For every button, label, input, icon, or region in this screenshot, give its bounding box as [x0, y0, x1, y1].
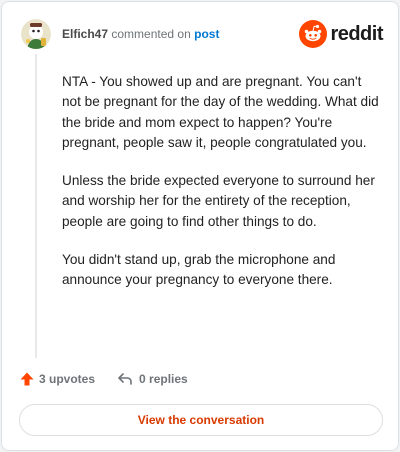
comment-paragraph: Unless the bride expected everyone to su… [62, 173, 375, 229]
comment-paragraph: You didn't stand up, grab the microphone… [62, 252, 336, 288]
avatar[interactable] [21, 19, 51, 49]
reddit-snoo-icon [299, 20, 328, 48]
upvote-count: 3 upvotes [39, 372, 96, 386]
post-link[interactable]: post [194, 27, 219, 41]
upvote-arrow-icon [20, 372, 34, 386]
comment-header: Elfich47 commented on post [21, 19, 219, 49]
comment-paragraph: NTA - You showed up and are pregnant. Yo… [62, 74, 379, 150]
reply-arrow-icon [118, 373, 132, 385]
username[interactable]: Elfich47 [62, 27, 108, 41]
reddit-wordmark: reddit [330, 23, 383, 45]
comment-actions: 3 upvotes 0 replies [19, 371, 188, 387]
reply-button[interactable]: 0 replies [117, 371, 188, 387]
thread-line [35, 54, 37, 358]
embedded-comment-card: Elfich47 commented on post reddit NTA - … [1, 1, 399, 451]
upvote-button[interactable]: 3 upvotes [19, 371, 95, 387]
reddit-logo[interactable]: reddit [299, 20, 383, 48]
view-conversation-button[interactable]: View the conversation [19, 404, 383, 436]
comment-body: NTA - You showed up and are pregnant. Yo… [62, 72, 380, 309]
action-text: commented on [111, 27, 191, 41]
reply-count: 0 replies [139, 372, 188, 386]
comment-meta: Elfich47 commented on post [62, 26, 219, 42]
